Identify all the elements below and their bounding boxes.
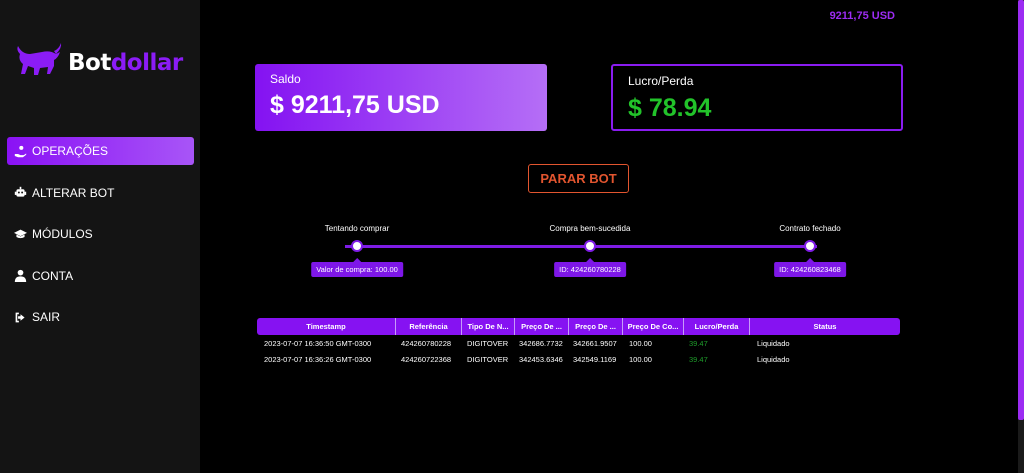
brand-logo[interactable]: Botdollar	[12, 40, 183, 85]
cell-buy-price: 100.00	[629, 338, 652, 348]
table-header: Timestamp Referência Tipo De N... Preço …	[257, 318, 900, 335]
cell-reference: 424260780228	[401, 338, 452, 348]
step-label: Contrato fechado	[779, 224, 841, 233]
progress-track	[345, 245, 817, 248]
sidebar-item-label: CONTA	[32, 268, 74, 283]
step-label: Tentando comprar	[324, 224, 390, 233]
sidebar-item-sair[interactable]: SAIR	[7, 303, 194, 331]
profit-label: Lucro/Perda	[628, 74, 694, 88]
top-balance: 9211,75 USD	[829, 10, 895, 22]
cell-profit: 39.47	[689, 338, 708, 348]
step-dot	[584, 240, 596, 252]
balance-value: $ 9211,75 USD	[270, 91, 440, 119]
brand-name: Botdollar	[68, 49, 183, 76]
cell-type: DIGITOVER	[467, 354, 509, 364]
cell-reference: 424260722368	[401, 354, 452, 364]
cell-status: Liquidado	[757, 338, 790, 348]
cell-type: DIGITOVER	[467, 338, 509, 348]
column-header-profit[interactable]: Lucro/Perda	[684, 318, 750, 335]
column-header-reference[interactable]: Referência	[396, 318, 462, 335]
hand-coin-icon	[13, 144, 27, 158]
sidebar-item-alterar-bot[interactable]: ALTERAR BOT	[7, 179, 194, 207]
sidebar-item-label: ALTERAR BOT	[32, 185, 115, 200]
stop-bot-button[interactable]: PARAR BOT	[528, 164, 629, 193]
step-tag: ID: 424260780228	[554, 258, 626, 277]
cell-timestamp: 2023-07-07 16:36:26 GMT-0300	[264, 354, 372, 364]
sidebar-item-label: OPERAÇÕES	[32, 144, 109, 158]
cell-status: Liquidado	[757, 354, 790, 364]
sidebar-item-operacoes[interactable]: OPERAÇÕES	[7, 137, 194, 165]
cell-buy-price: 100.00	[629, 354, 652, 364]
sign-out-icon	[13, 310, 27, 324]
cell-price-exit: 342549.1169	[573, 354, 617, 364]
sidebar-item-modulos[interactable]: MÓDULOS	[7, 220, 194, 248]
balance-card: Saldo $ 9211,75 USD	[255, 64, 547, 131]
robot-icon	[13, 186, 27, 200]
sidebar: Botdollar OPERAÇÕES ALTERAR BOT MÓDULOS …	[0, 0, 200, 473]
cell-price-exit: 342661.9507	[573, 338, 617, 348]
column-header-price-exit[interactable]: Preço De ...	[569, 318, 623, 335]
operations-table: Timestamp Referência Tipo De N... Preço …	[257, 318, 900, 367]
cell-profit: 39.47	[689, 354, 708, 364]
bull-icon	[12, 40, 64, 85]
column-header-type[interactable]: Tipo De N...	[462, 318, 515, 335]
user-icon	[13, 269, 27, 283]
step-label: Compra bem-sucedida	[549, 224, 631, 233]
sidebar-item-label: MÓDULOS	[32, 227, 93, 241]
profit-card: Lucro/Perda $ 78.94	[611, 64, 903, 131]
step-tag: Valor de compra: 100.00	[311, 258, 403, 277]
column-header-status[interactable]: Status	[750, 318, 900, 335]
cell-price-entry: 342453.6346	[519, 354, 563, 364]
column-header-buy-price[interactable]: Preço De Co...	[623, 318, 684, 335]
sidebar-item-label: SAIR	[32, 310, 61, 324]
table-row[interactable]: 2023-07-07 16:36:50 GMT-0300 42426078022…	[257, 335, 900, 351]
sidebar-nav: OPERAÇÕES ALTERAR BOT MÓDULOS CONTA SAIR	[7, 137, 194, 345]
column-header-timestamp[interactable]: Timestamp	[257, 318, 396, 335]
cell-timestamp: 2023-07-07 16:36:50 GMT-0300	[264, 338, 372, 348]
profit-value: $ 78.94	[628, 94, 712, 122]
column-header-price-entry[interactable]: Preço De ...	[515, 318, 569, 335]
graduation-cap-icon	[13, 227, 27, 241]
sidebar-item-conta[interactable]: CONTA	[7, 262, 194, 290]
table-row[interactable]: 2023-07-07 16:36:26 GMT-0300 42426072236…	[257, 351, 900, 367]
cell-price-entry: 342686.7732	[519, 338, 563, 348]
page-scrollbar[interactable]	[1018, 0, 1024, 473]
step-tag: ID: 424260823468	[774, 258, 846, 277]
step-dot	[804, 240, 816, 252]
scrollbar-thumb[interactable]	[1018, 0, 1024, 420]
balance-label: Saldo	[270, 72, 301, 86]
step-dot	[351, 240, 363, 252]
